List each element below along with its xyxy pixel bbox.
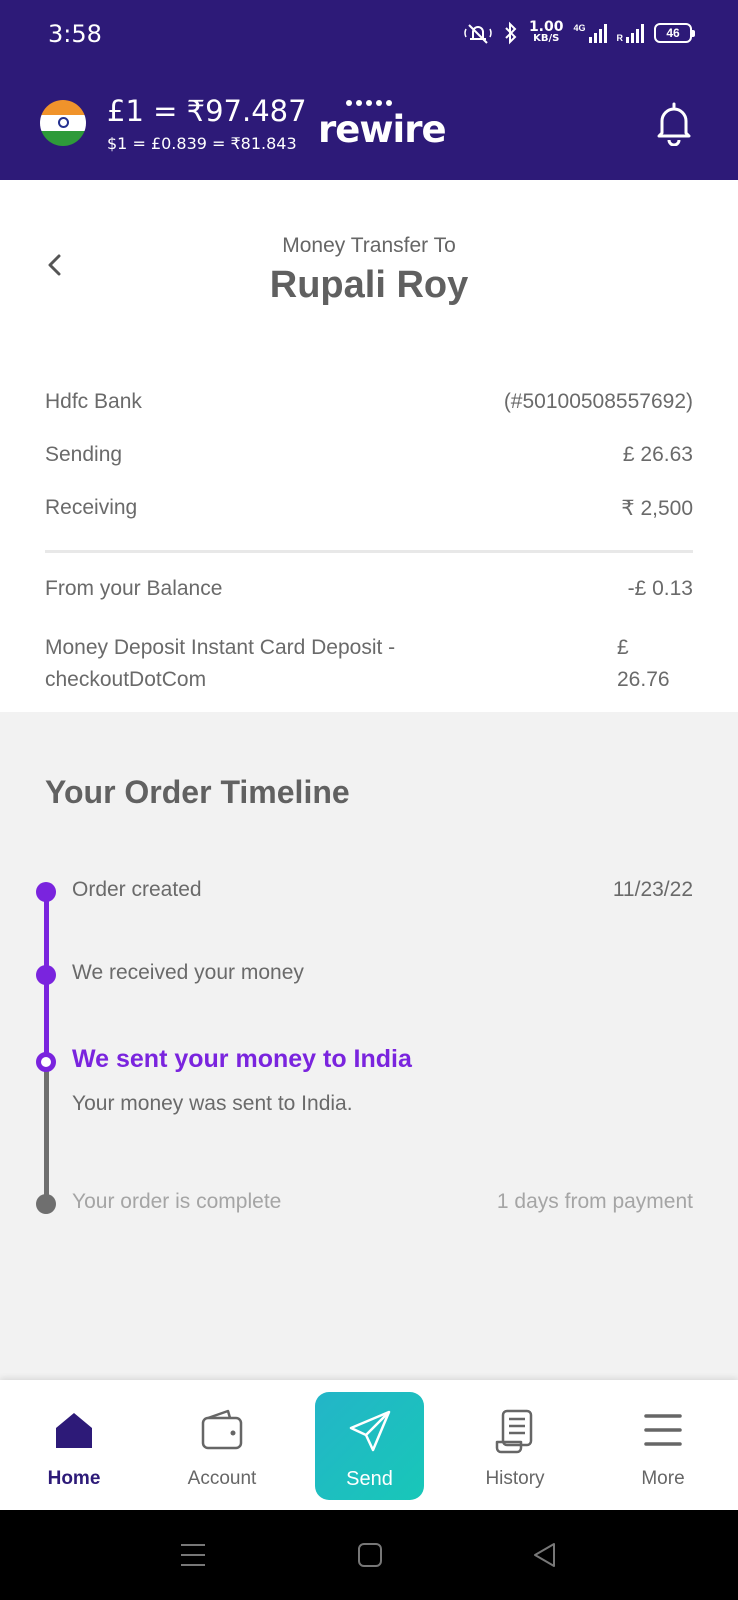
- timeline-step-detail: Your money was sent to India.: [72, 1092, 353, 1115]
- order-timeline: Your Order Timeline Order created 11/23/…: [0, 712, 738, 1380]
- signal-4g-icon: 4G: [573, 23, 607, 43]
- sending-value: £ 26.63: [622, 443, 693, 466]
- receiving-value: ₹ 2,500: [621, 497, 693, 520]
- bell-icon[interactable]: [654, 100, 694, 146]
- details-divider: [45, 550, 693, 553]
- timeline-line-pending: [44, 1062, 49, 1202]
- timeline-dot-done: [36, 965, 56, 985]
- timeline-dot-current: [36, 1052, 56, 1072]
- nav-send[interactable]: Send: [315, 1392, 424, 1500]
- recents-menu-icon[interactable]: [178, 1540, 208, 1570]
- timeline-step-date: 11/23/22: [612, 878, 693, 901]
- balance-row: From your Balance -£ 0.13: [45, 577, 693, 601]
- bank-row: Hdfc Bank (#50100508557692): [45, 390, 693, 414]
- nav-more[interactable]: More: [603, 1380, 723, 1510]
- balance-value: -£ 0.13: [627, 577, 693, 600]
- wallet-icon: [201, 1409, 243, 1450]
- battery-level: 46: [666, 26, 680, 40]
- app-header: £1 = ₹97.487 $1 = £0.839 = ₹81.843 rewir…: [0, 66, 738, 180]
- net-speed-value: 1.00: [528, 19, 564, 35]
- transfer-details: Hdfc Bank (#50100508557692) Sending £ 26…: [0, 370, 738, 712]
- battery-icon: 46: [654, 23, 695, 43]
- timeline-step-current: We sent your money to India: [72, 1045, 412, 1073]
- timeline-dot-pending: [36, 1194, 56, 1214]
- mute-alarm-icon: [464, 24, 492, 44]
- balance-label: From your Balance: [45, 577, 223, 600]
- sending-row: Sending £ 26.63: [45, 443, 693, 467]
- nav-home[interactable]: Home: [14, 1380, 134, 1510]
- india-flag-icon[interactable]: [40, 100, 86, 146]
- back-triangle-icon[interactable]: [530, 1540, 560, 1570]
- nav-history-label: History: [485, 1468, 545, 1489]
- receiving-label: Receiving: [45, 496, 138, 519]
- timeline-step-label: Order created: [72, 878, 202, 901]
- timeline-step-label: Your order is complete: [72, 1190, 282, 1213]
- logo-text: rewire: [318, 108, 447, 151]
- nav-account[interactable]: Account: [162, 1380, 282, 1510]
- bluetooth-icon: [505, 21, 517, 45]
- nav-send-label: Send: [346, 1468, 393, 1490]
- timeline-title: Your Order Timeline: [45, 774, 350, 810]
- logo-dots: [346, 100, 392, 106]
- menu-icon: [644, 1414, 682, 1446]
- bank-account: (#50100508557692): [503, 390, 693, 413]
- status-icons: 1.00 KB/S 4G R 46: [463, 18, 695, 48]
- system-nav-bar: [0, 1510, 738, 1600]
- net-speed-unit: KB/S: [533, 33, 560, 44]
- nav-more-label: More: [641, 1468, 685, 1489]
- status-bar: 3:58 1.00 KB/S 4G R 46: [0, 0, 738, 66]
- exchange-rate-main: £1 = ₹97.487: [107, 94, 307, 128]
- home-square-icon[interactable]: [355, 1540, 385, 1570]
- receipt-icon: [495, 1409, 533, 1454]
- timeline-dot-done: [36, 882, 56, 902]
- rewire-logo: rewire: [318, 98, 447, 151]
- timeline-step-label: We received your money: [72, 961, 304, 984]
- bank-label: Hdfc Bank: [45, 390, 142, 413]
- receiving-row: Receiving ₹ 2,500: [45, 496, 693, 520]
- exchange-rate-sub: $1 = £0.839 = ₹81.843: [107, 134, 297, 153]
- deposit-amount: 26.76: [617, 668, 670, 691]
- home-icon: [56, 1413, 92, 1448]
- sending-label: Sending: [45, 443, 123, 466]
- net-speed: 1.00 KB/S: [528, 19, 564, 44]
- paper-plane-icon: [349, 1410, 391, 1452]
- deposit-currency: £: [617, 636, 629, 659]
- deposit-label: Money Deposit Instant Card Deposit - che…: [45, 636, 396, 691]
- recipient-name: Rupali Roy: [269, 264, 469, 306]
- deposit-value: £ 26.76: [617, 632, 697, 696]
- transfer-title-area: Money Transfer To Rupali Roy: [0, 180, 738, 350]
- bottom-nav: Home Account Send History More: [0, 1380, 738, 1510]
- nav-account-label: Account: [187, 1468, 257, 1489]
- transfer-label: Money Transfer To: [282, 234, 456, 257]
- timeline-step-eta: 1 days from payment: [496, 1190, 693, 1213]
- nav-history[interactable]: History: [455, 1380, 575, 1510]
- status-time: 3:58: [48, 20, 102, 48]
- signal-roaming-icon: R: [617, 23, 644, 43]
- nav-home-label: Home: [47, 1468, 101, 1489]
